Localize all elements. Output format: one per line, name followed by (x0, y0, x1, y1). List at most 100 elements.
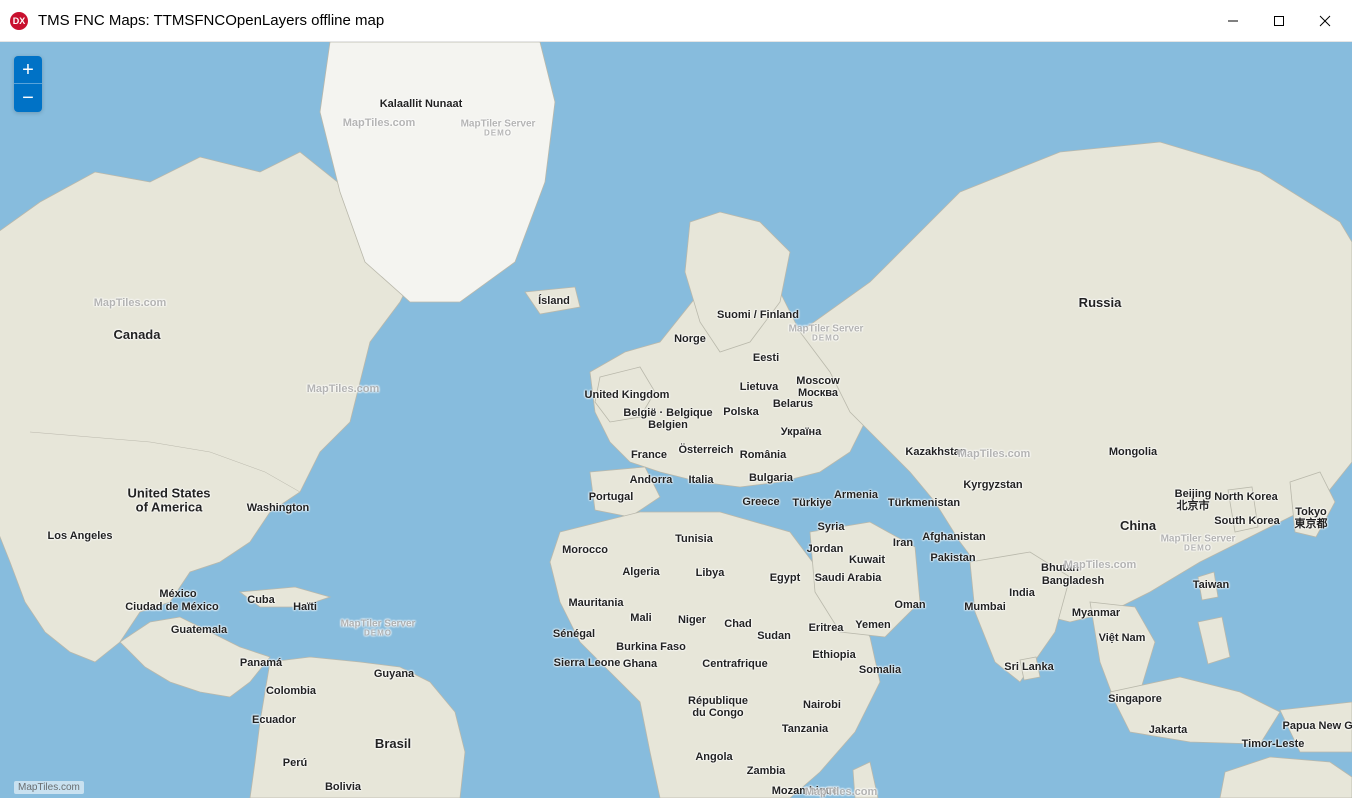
map-label: Kalaallit Nunaat (380, 98, 463, 110)
map-label: Armenia (834, 489, 878, 501)
map-label: Saudi Arabia (815, 572, 882, 584)
map-label: Portugal (589, 491, 634, 503)
map-label: Papua New Gu (1282, 720, 1352, 732)
map-label: Libya (696, 567, 725, 579)
map-label: Colombia (266, 685, 316, 697)
map-label: Sénégal (553, 628, 595, 640)
map-label: Perú (283, 757, 307, 769)
map-label: Tokyo東京都 (1295, 506, 1328, 530)
minimize-button[interactable] (1210, 0, 1256, 42)
map-label: Panamá (240, 657, 282, 669)
map-label: Eritrea (809, 622, 844, 634)
map-label: DEMO (484, 130, 512, 139)
map-label: Italia (688, 474, 713, 486)
map-label: DEMO (1184, 545, 1212, 554)
map-label: Suomi / Finland (717, 309, 799, 321)
map-label: Türkmenistan (888, 497, 960, 509)
map-label: Tunisia (675, 533, 713, 545)
map-label: Mauritania (568, 597, 623, 609)
map-label: Österreich (678, 444, 733, 456)
map-label: Polska (723, 406, 758, 418)
map-attribution: MapTiles.com (14, 781, 84, 794)
map-label: Kuwait (849, 554, 885, 566)
map-label: Somalia (859, 664, 901, 676)
map-label: Niger (678, 614, 706, 626)
map-label: India (1009, 587, 1035, 599)
map-label: Bhutan (1041, 562, 1079, 574)
window-title: TMS FNC Maps: TTMSFNCOpenLayers offline … (38, 12, 1210, 29)
map-label: România (740, 449, 786, 461)
map-label: Los Angeles (48, 530, 113, 542)
map-label: Oman (894, 599, 925, 611)
map-label: Morocco (562, 544, 608, 556)
map-labels-layer: Kalaallit NunaatMapTiler ServerDEMOMapTi… (0, 42, 1352, 798)
map-label: DEMO (364, 630, 392, 639)
zoom-in-button[interactable]: + (14, 56, 42, 84)
map-label: Guatemala (171, 624, 227, 636)
map-label: Taiwan (1193, 579, 1229, 591)
map-label: Türkiye (792, 497, 831, 509)
map-label: Pakistan (930, 552, 975, 564)
map-label: United Statesof America (127, 487, 210, 516)
map-label: South Korea (1214, 515, 1279, 527)
map-label: Ethiopia (812, 649, 855, 661)
map-label: Nairobi (803, 699, 841, 711)
map-label: MapTiles.com (343, 117, 416, 129)
map-label: MapTiler Server (1161, 534, 1236, 545)
close-button[interactable] (1302, 0, 1348, 42)
map-label: Egypt (770, 572, 801, 584)
map-label: Russia (1079, 296, 1122, 310)
map-label: Singapore (1108, 693, 1162, 705)
titlebar: DX TMS FNC Maps: TTMSFNCOpenLayers offli… (0, 0, 1352, 42)
map-label: MapTiler Server (461, 119, 536, 130)
map-label: Mongolia (1109, 446, 1157, 458)
map-label: Algeria (622, 566, 659, 578)
map-label: Eesti (753, 352, 779, 364)
map-area[interactable]: Kalaallit NunaatMapTiler ServerDEMOMapTi… (0, 42, 1352, 798)
map-label: Chad (724, 618, 752, 630)
map-label: France (631, 449, 667, 461)
map-label: China (1120, 519, 1156, 533)
map-label: Jakarta (1149, 724, 1188, 736)
map-label: Afghanistan (922, 531, 986, 543)
map-label: Brasil (375, 737, 411, 751)
map-label: MoscowМосква (796, 375, 839, 399)
map-label: Україна (781, 426, 822, 438)
map-label: Kazakhstan (905, 446, 966, 458)
map-label: Ecuador (252, 714, 296, 726)
map-label: Bangladesh (1042, 575, 1104, 587)
map-label: MapTiles.com (958, 448, 1031, 460)
map-label: Greece (742, 496, 779, 508)
maximize-button[interactable] (1256, 0, 1302, 42)
map-label: Cuba (247, 594, 275, 606)
map-label: Mozambique (772, 785, 839, 797)
map-label: Ísland (538, 295, 570, 307)
map-label: North Korea (1214, 491, 1278, 503)
map-label: Zambia (747, 765, 786, 777)
map-label: DEMO (812, 335, 840, 344)
map-label: Mumbai (964, 601, 1006, 613)
map-label: Việt Nam (1099, 632, 1146, 644)
map-label: Ciudad de México (125, 601, 219, 613)
map-label: Canada (114, 328, 161, 342)
map-label: Ghana (623, 658, 657, 670)
map-label: MapTiles.com (1064, 559, 1137, 571)
map-label: Jordan (807, 543, 844, 555)
map-label: Haïti (293, 601, 317, 613)
map-label: Yemen (855, 619, 890, 631)
map-label: MapTiler Server (789, 324, 864, 335)
map-label: Belarus (773, 398, 813, 410)
map-label: België · BelgiqueBelgien (623, 407, 712, 431)
map-label: MapTiles.com (94, 297, 167, 309)
map-label: Mali (630, 612, 651, 624)
map-label: Bulgaria (749, 472, 793, 484)
map-label: Kyrgyzstan (963, 479, 1022, 491)
map-label: Tanzania (782, 723, 828, 735)
map-label: Beijing北京市 (1175, 488, 1212, 512)
map-label: Timor-Leste (1242, 738, 1305, 750)
map-label: Burkina Faso (616, 641, 686, 653)
map-label: Bolivia (325, 781, 361, 793)
zoom-out-button[interactable]: − (14, 84, 42, 112)
map-label: Norge (674, 333, 706, 345)
map-label: Angola (695, 751, 732, 763)
